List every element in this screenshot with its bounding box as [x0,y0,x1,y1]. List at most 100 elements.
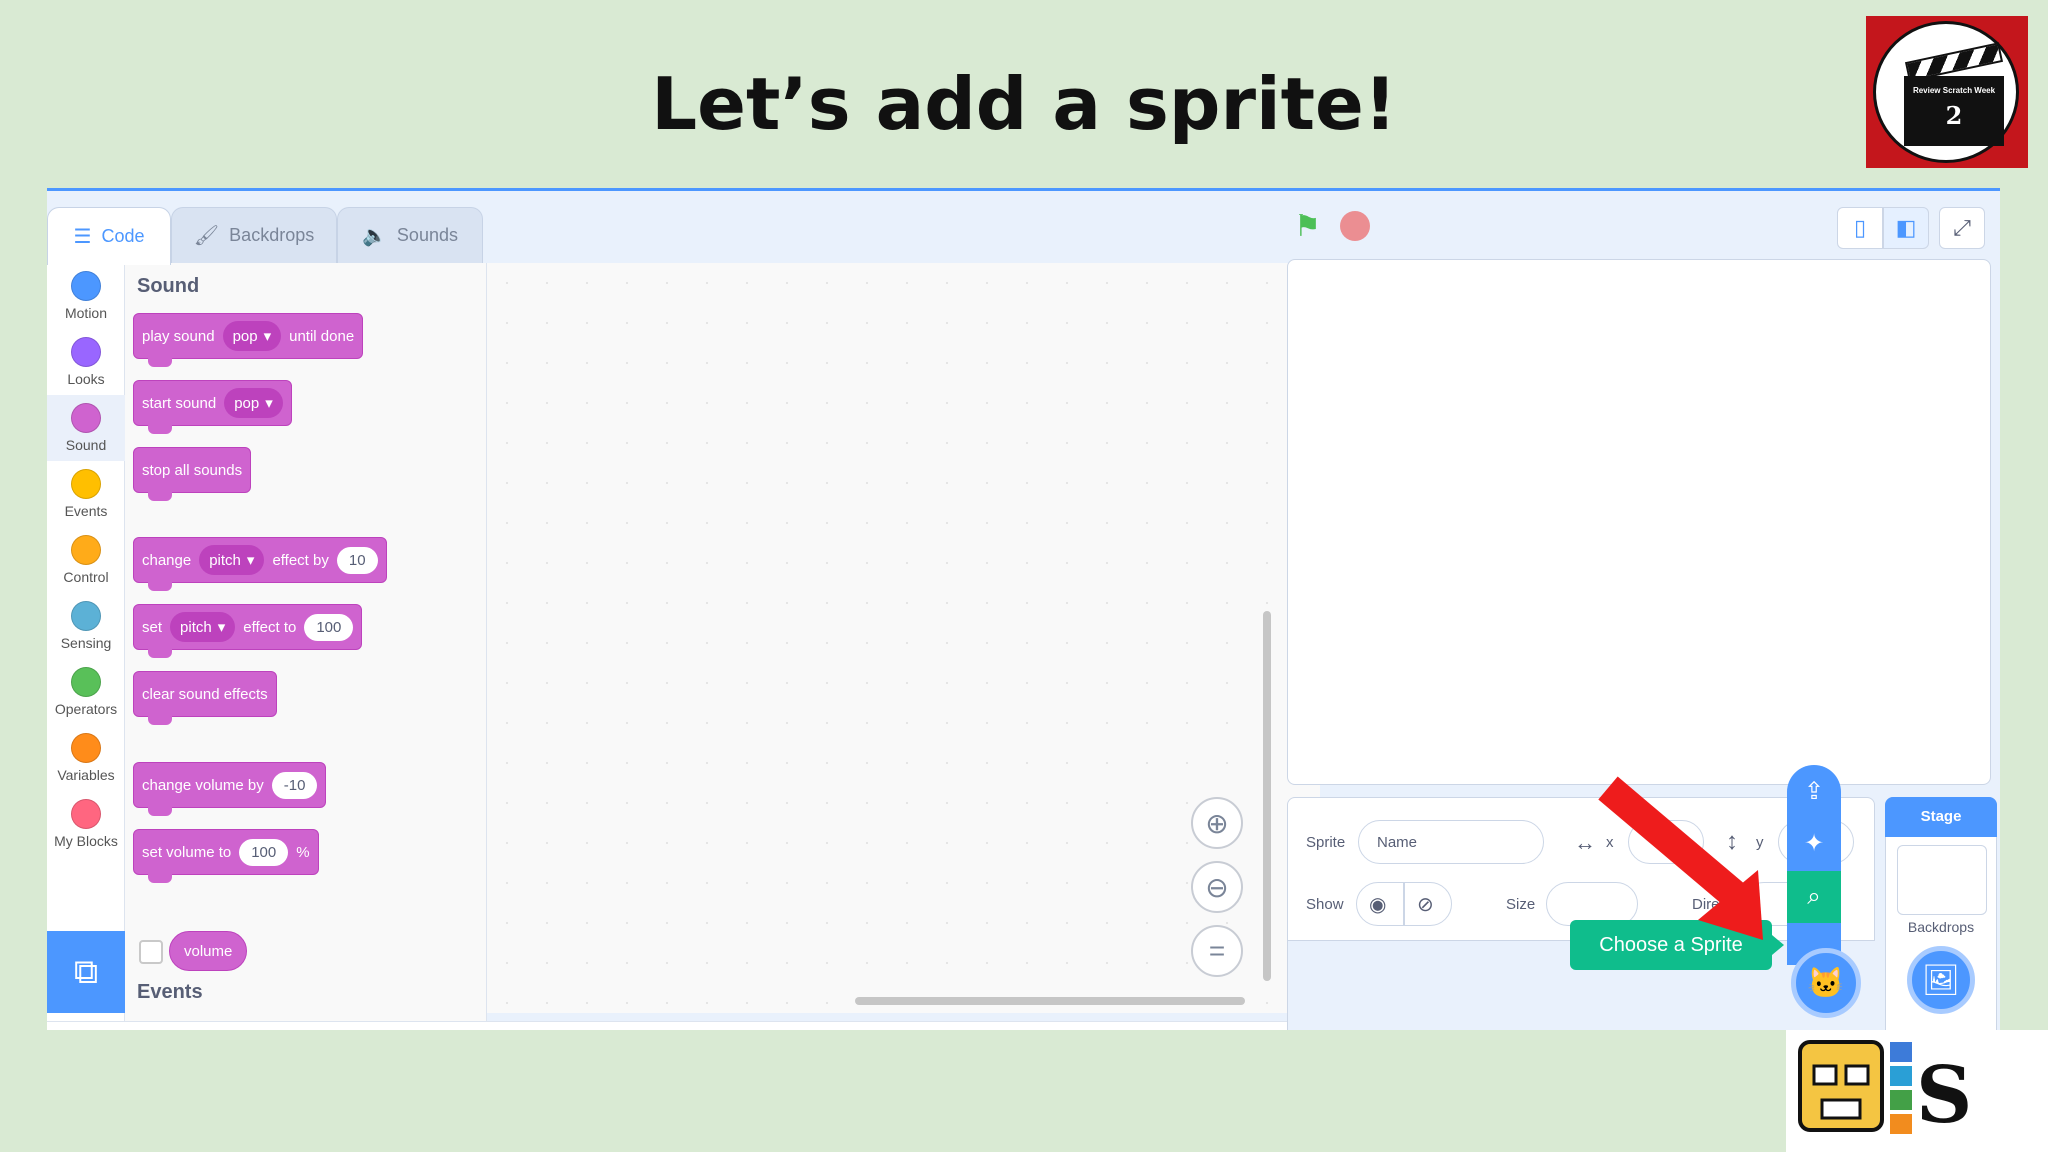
stage-thumbnail[interactable] [1897,845,1987,915]
eye-icon: ◉ [1369,893,1387,916]
category-label: Events [64,503,108,519]
fullscreen-icon: ⤢ [1953,215,1971,240]
equals-icon: = [1208,935,1226,966]
block-text: play sound [142,327,215,345]
block-volume-reporter[interactable]: volume [169,931,248,971]
add-extension-button[interactable]: ⧉ [47,931,125,1013]
zoom-in-icon: ⊕ [1205,807,1229,839]
stage-canvas[interactable] [1287,259,1991,785]
search-sprite-button[interactable]: ⌕ [1787,871,1841,923]
stem-impressionists-logo: S [1786,1030,2048,1152]
block-text: set [142,618,163,636]
number-input[interactable]: -10 [271,771,318,799]
green-flag-button[interactable]: ⚑ [1294,209,1321,244]
effect-dropdown[interactable]: pitch ▾ [170,612,236,642]
tab-code-label: Code [101,226,145,246]
tab-backdrops-label: Backdrops [229,225,315,245]
dropdown-value: pop [232,327,258,345]
zoom-out-icon: ⊖ [1205,871,1229,903]
block-text: start sound [142,394,217,412]
svg-text:S: S [1916,1050,1972,1141]
workspace-vertical-scrollbar[interactable] [1263,611,1271,981]
category-label: Control [63,569,109,585]
tab-code[interactable]: ☰ Code [47,207,171,265]
block-text: set volume to [142,843,232,861]
sensing-dot-icon [71,601,101,631]
small-stage-button[interactable]: ▯ [1837,207,1883,249]
upload-icon: ⇪ [1803,777,1825,805]
zoom-reset-button[interactable]: = [1191,925,1243,977]
dropdown-value: pitch [180,618,212,636]
choose-sprite-button[interactable]: 🐱 [1791,948,1861,1018]
review-week-logo: Review Scratch Week 2 [1866,16,2028,168]
block-start-sound[interactable]: start sound pop ▾ [133,380,292,434]
category-motion[interactable]: Motion [47,263,125,329]
search-icon: ⌕ [1807,883,1821,910]
slide-title: Let’s add a sprite! [651,62,1397,146]
show-hidden-toggle[interactable]: ⊘ [1404,882,1452,926]
effect-dropdown[interactable]: pitch ▾ [199,545,265,575]
zoom-in-button[interactable]: ⊕ [1191,797,1243,849]
category-sensing[interactable]: Sensing [47,593,125,659]
caret-down-icon: ▾ [246,552,255,569]
block-text: change [142,551,192,569]
category-my-blocks[interactable]: My Blocks [47,791,125,857]
normal-stage-icon: ◧ [1895,215,1917,240]
workspace-horizontal-scrollbar[interactable] [855,997,1245,1005]
tab-backdrops[interactable]: 🖌 Backdrops [171,207,337,263]
category-control[interactable]: Control [47,527,125,593]
block-text: clear sound effects [142,685,268,703]
stop-button[interactable] [1340,211,1370,241]
block-change-effect-by[interactable]: change pitch ▾ effect by 10 [133,537,387,591]
category-label: Variables [57,767,115,783]
block-text: stop all sounds [142,461,243,479]
category-menu: Motion Looks Sound Events Control Sensin… [47,263,125,1030]
eye-slash-icon: ⊘ [1417,893,1434,916]
category-looks[interactable]: Looks [47,329,125,395]
category-sound[interactable]: Sound [47,395,125,461]
looks-dot-icon [71,337,101,367]
number-input[interactable]: 100 [304,613,354,641]
normal-stage-button[interactable]: ◧ [1883,207,1929,249]
choose-backdrop-button[interactable]: 🖼 [1907,946,1975,1014]
stage-header: Stage [1885,797,1997,837]
surprise-sprite-button[interactable]: ✦ [1787,817,1841,869]
category-variables[interactable]: Variables [47,725,125,791]
block-text: volume [184,942,233,960]
caret-down-icon: ▾ [217,619,226,636]
block-text: effect by [272,551,329,569]
category-events[interactable]: Events [47,461,125,527]
brush-icon: 🖌 [193,225,220,247]
category-operators[interactable]: Operators [47,659,125,725]
upload-sprite-button[interactable]: ⇪ [1787,765,1841,817]
block-play-sound-until-done[interactable]: play sound pop ▾ until done [133,313,364,367]
control-dot-icon [71,535,101,565]
block-set-effect-to[interactable]: set pitch ▾ effect to 100 [133,604,363,658]
block-change-volume-by[interactable]: change volume by -10 [133,762,327,816]
tab-sounds[interactable]: 🔈 Sounds [337,207,483,263]
zoom-out-button[interactable]: ⊖ [1191,861,1243,913]
block-clear-sound-effects[interactable]: clear sound effects [133,671,277,725]
sound-dropdown[interactable]: pop ▾ [224,388,283,418]
sound-dropdown[interactable]: pop ▾ [222,321,282,351]
show-visible-toggle[interactable]: ◉ [1356,882,1404,926]
green-flag-icon: ⚑ [1294,210,1321,243]
small-stage-icon: ▯ [1853,215,1867,240]
fullscreen-button[interactable]: ⤢ [1939,207,1985,249]
category-label: My Blocks [54,833,118,849]
size-label: Size [1506,896,1536,913]
category-label: Motion [64,305,108,321]
sprite-name-input[interactable]: Name [1358,820,1544,864]
my-blocks-dot-icon [71,799,101,829]
sparkle-icon: ✦ [1803,829,1825,857]
block-stop-all-sounds[interactable]: stop all sounds [133,447,252,501]
image-add-icon: 🖼 [1921,963,1961,997]
number-input[interactable]: 100 [239,838,289,866]
volume-checkbox[interactable] [139,940,163,964]
number-input[interactable]: 10 [336,546,378,574]
caret-down-icon: ▾ [263,328,272,345]
category-label: Operators [54,701,118,717]
block-set-volume-to[interactable]: set volume to 100 % [133,829,319,883]
category-label: Looks [67,371,105,387]
dropdown-value: pitch [209,551,241,569]
